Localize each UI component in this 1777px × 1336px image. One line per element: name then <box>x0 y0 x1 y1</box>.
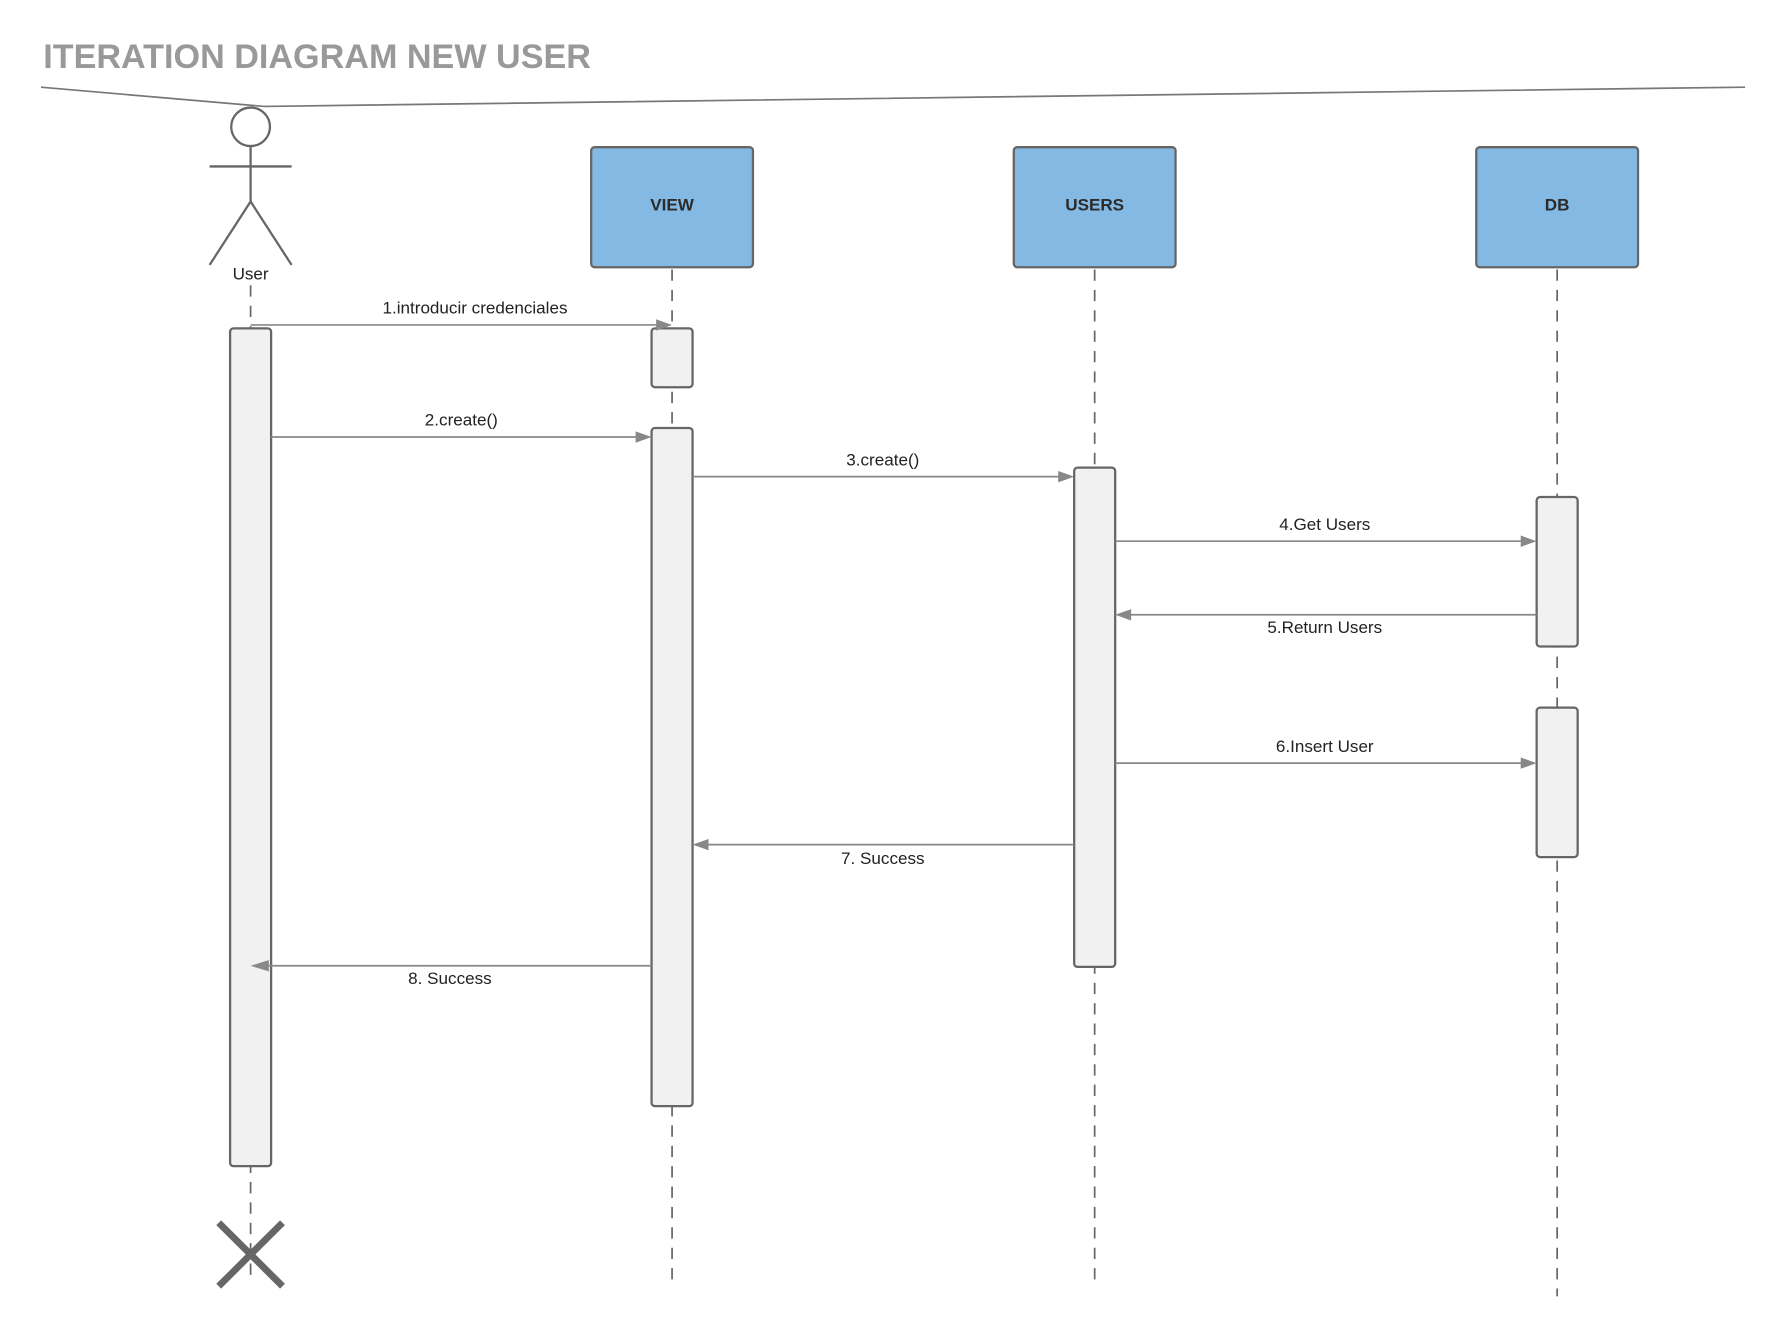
message-label: 6.Insert User <box>1276 737 1374 756</box>
message-7[interactable]: 7. Success <box>692 838 1075 868</box>
actor-user[interactable]: User <box>208 106 293 284</box>
activation-view-1[interactable] <box>650 327 694 389</box>
activation-view-2[interactable] <box>650 426 694 1108</box>
activation-db-2[interactable] <box>1535 706 1579 859</box>
frame-line <box>40 86 1746 108</box>
message-label: 1.introducir credenciales <box>383 299 568 318</box>
actor-head-icon <box>230 106 272 148</box>
arrow-right-icon <box>1520 757 1537 769</box>
object-label: USERS <box>1065 196 1124 215</box>
arrow-right-icon <box>1520 535 1537 547</box>
message-8[interactable]: 8. Success <box>250 960 652 988</box>
message-label: 2.create() <box>425 411 498 430</box>
message-1[interactable]: 1.introducir credenciales <box>250 299 673 331</box>
actor-label: User <box>233 265 269 284</box>
activation-users[interactable] <box>1073 466 1117 969</box>
message-label: 4.Get Users <box>1279 515 1370 534</box>
arrow-right-icon <box>1058 470 1075 483</box>
object-view[interactable]: VIEW <box>590 146 755 269</box>
sequence-diagram: ITERATION DIAGRAM NEW USER User VIEW USE… <box>40 38 1746 1297</box>
message-5[interactable]: 5.Return Users <box>1115 609 1537 637</box>
message-label: 5.Return Users <box>1267 618 1382 637</box>
message-label: 7. Success <box>841 849 924 868</box>
arrow-right-icon <box>635 431 652 443</box>
arrow-left-icon <box>692 838 709 851</box>
message-2[interactable]: 2.create() <box>271 411 652 443</box>
object-db[interactable]: DB <box>1475 146 1640 269</box>
activation-db-1[interactable] <box>1535 495 1579 648</box>
arrow-left-icon <box>1115 609 1132 621</box>
message-label: 3.create() <box>846 450 919 469</box>
diagram-title: ITERATION DIAGRAM NEW USER <box>43 38 591 76</box>
message-label: 8. Success <box>408 969 491 988</box>
message-6[interactable]: 6.Insert User <box>1115 737 1537 769</box>
object-users[interactable]: USERS <box>1012 146 1177 269</box>
activation-user[interactable] <box>228 327 273 1168</box>
object-label: DB <box>1545 196 1570 215</box>
object-label: VIEW <box>650 196 695 215</box>
message-4[interactable]: 4.Get Users <box>1115 515 1537 547</box>
message-3[interactable]: 3.create() <box>692 450 1075 483</box>
